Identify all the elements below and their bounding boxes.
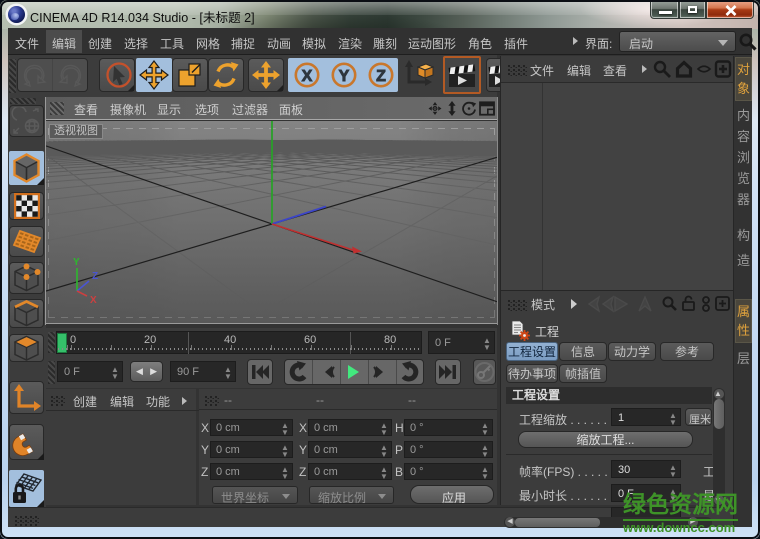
svg-text:Y: Y — [339, 68, 350, 85]
svg-text:Z: Z — [92, 271, 98, 282]
svg-text:X: X — [90, 295, 97, 306]
svg-text:Z: Z — [376, 68, 386, 85]
svg-text:Y: Y — [73, 257, 80, 268]
svg-text:X: X — [302, 68, 313, 85]
